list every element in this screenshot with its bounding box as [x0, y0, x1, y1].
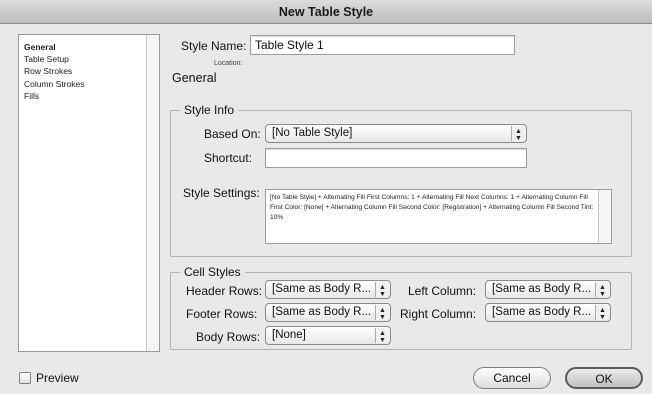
header-rows-value: [Same as Body R... [272, 283, 372, 295]
body-rows-value: [None] [272, 329, 306, 341]
footer-rows-label: Footer Rows: [186, 307, 258, 321]
right-column-label: Right Column: [400, 307, 477, 321]
preview-checkbox[interactable] [19, 372, 31, 384]
style-settings-box[interactable]: [No Table Style] + Alternating Fill Firs… [265, 189, 612, 244]
right-column-select[interactable]: [Same as Body R... ▲ ▼ [485, 303, 611, 322]
left-column-value: [Same as Body R... [492, 283, 592, 295]
style-info-title: Style Info [180, 103, 239, 117]
sidebar-item-table-setup[interactable]: Table Setup [24, 54, 69, 64]
style-name-label: Style Name: [181, 39, 247, 53]
shortcut-label: Shortcut: [204, 151, 253, 165]
body-rows-select[interactable]: [None] ▲ ▼ [265, 326, 391, 345]
ok-button[interactable]: OK [565, 367, 643, 389]
preview-label: Preview [36, 371, 79, 385]
left-column-select[interactable]: [Same as Body R... ▲ ▼ [485, 280, 611, 299]
left-column-label: Left Column: [408, 284, 477, 298]
updown-arrows-icon: ▲ ▼ [375, 328, 389, 344]
dialog-window: New Table Style General Table Setup Row … [0, 0, 652, 394]
style-settings-label: Style Settings: [183, 186, 260, 200]
based-on-select[interactable]: [No Table Style] ▲ ▼ [265, 124, 527, 143]
section-title: General [172, 71, 217, 85]
based-on-value: [No Table Style] [272, 127, 353, 139]
shortcut-input[interactable] [265, 148, 527, 168]
updown-arrows-icon: ▲ ▼ [375, 305, 389, 321]
updown-arrows-icon: ▲ ▼ [595, 305, 609, 321]
updown-arrows-icon: ▲ ▼ [375, 282, 389, 298]
title-bar: New Table Style [0, 0, 652, 24]
style-settings-scrollbar[interactable] [598, 190, 611, 243]
based-on-label: Based On: [204, 127, 261, 141]
sidebar-item-row-strokes[interactable]: Row Strokes [24, 66, 72, 76]
cancel-button[interactable]: Cancel [473, 367, 551, 389]
sidebar-item-general[interactable]: General [24, 42, 56, 52]
header-rows-select[interactable]: [Same as Body R... ▲ ▼ [265, 280, 391, 299]
style-name-input[interactable]: Table Style 1 [250, 35, 515, 55]
right-column-value: [Same as Body R... [492, 306, 592, 318]
location-label: Location: [214, 60, 243, 67]
updown-arrows-icon: ▲ ▼ [511, 126, 525, 142]
sidebar-scrollbar[interactable] [146, 35, 159, 351]
style-settings-text: [No Table Style] + Alternating Fill Firs… [270, 194, 594, 221]
sidebar-item-column-strokes[interactable]: Column Strokes [24, 79, 84, 89]
header-rows-label: Header Rows: [186, 284, 263, 298]
body-rows-label: Body Rows: [196, 330, 261, 344]
category-sidebar: General Table Setup Row Strokes Column S… [18, 34, 160, 352]
cell-styles-title: Cell Styles [180, 265, 245, 279]
footer-rows-select[interactable]: [Same as Body R... ▲ ▼ [265, 303, 391, 322]
footer-rows-value: [Same as Body R... [272, 306, 372, 318]
window-title: New Table Style [278, 5, 374, 19]
updown-arrows-icon: ▲ ▼ [595, 282, 609, 298]
sidebar-item-fills[interactable]: Fills [24, 91, 39, 101]
